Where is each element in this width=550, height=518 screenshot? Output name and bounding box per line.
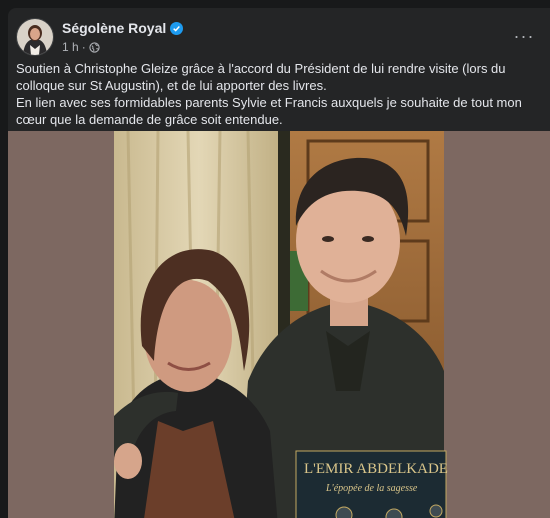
author-avatar[interactable] <box>16 18 54 56</box>
post-card: Ségolène Royal 1 h · ··· Soutien à Chris… <box>8 8 550 518</box>
meta-separator: · <box>81 40 86 54</box>
book-subtitle: L'épopée de la sagesse <box>325 483 418 494</box>
post-text: Soutien à Christophe Gleize grâce à l'ac… <box>16 60 542 128</box>
verified-badge-icon <box>170 21 184 35</box>
post-header: Ségolène Royal 1 h · ··· <box>16 16 542 58</box>
book-title: L'EMIR ABDELKADE <box>304 461 448 477</box>
globe-icon <box>89 41 100 53</box>
author-name[interactable]: Ségolène Royal <box>62 20 166 36</box>
post-text-line: En lien avec ses formidables parents Syl… <box>16 95 522 127</box>
post-text-line: Soutien à Christophe Gleize grâce à l'ac… <box>16 61 506 93</box>
more-options-button[interactable]: ··· <box>510 22 538 50</box>
post-meta: 1 h · <box>62 40 100 54</box>
post-timestamp[interactable]: 1 h <box>62 40 79 54</box>
author-row: Ségolène Royal <box>62 20 184 36</box>
book: L'EMIR ABDELKADE L'épopée de la sagesse <box>295 450 448 518</box>
post-photo[interactable]: L'EMIR ABDELKADE L'épopée de la sagesse <box>8 131 550 518</box>
